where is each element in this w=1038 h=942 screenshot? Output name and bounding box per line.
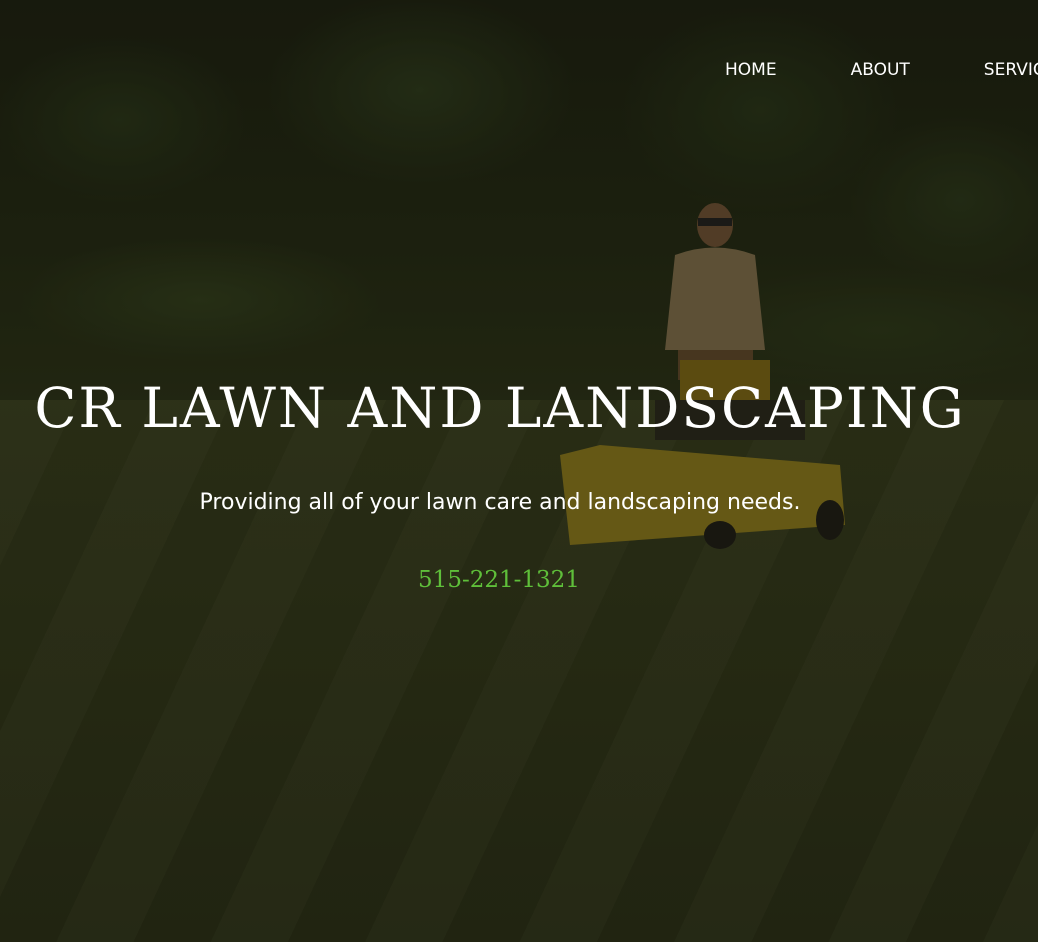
page-title: CR LAWN AND LANDSCAPING xyxy=(34,376,966,440)
dark-overlay xyxy=(0,0,1038,942)
main-nav: HOME ABOUT SERVIC xyxy=(725,60,1038,80)
phone-link[interactable]: 515-221-1321 xyxy=(0,567,998,593)
hero-tagline: Providing all of your lawn care and land… xyxy=(199,490,801,515)
nav-item-services[interactable]: SERVIC xyxy=(984,60,1038,80)
hero-section: HOME ABOUT SERVIC CR LAWN AND LANDSCAPIN… xyxy=(0,0,1038,942)
nav-item-home[interactable]: HOME xyxy=(725,60,777,80)
nav-item-about[interactable]: ABOUT xyxy=(851,60,910,80)
